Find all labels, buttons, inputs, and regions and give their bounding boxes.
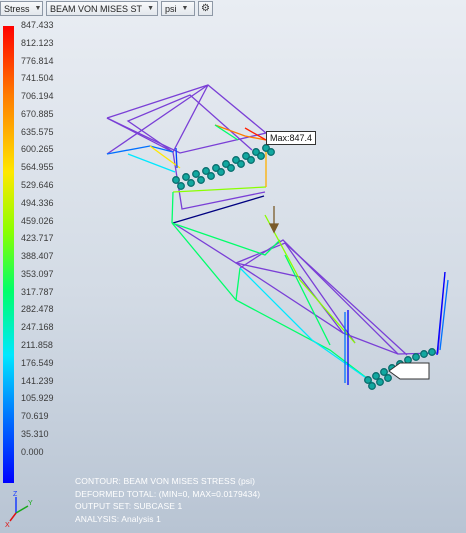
contour-info: CONTOUR: BEAM VON MISES STRESS (psi) xyxy=(75,476,256,486)
max-value-callout: Max:847.4 xyxy=(266,131,317,145)
model-view[interactable] xyxy=(0,0,466,533)
analysis-info: ANALYSIS: Analysis 1 xyxy=(75,514,161,525)
deformed-info: DEFORMED TOTAL: (MIN=0, MAX=0.0179434) xyxy=(75,488,261,499)
graphics-viewport[interactable]: Stress ▼ BEAM VON MISES STRESS ▼ psi ▼ ⚙… xyxy=(0,0,466,533)
triad-x-label: X xyxy=(5,522,10,529)
triad-y-label: Y xyxy=(28,500,33,507)
max-value-label: Max:847.4 xyxy=(270,133,313,143)
output-set-info: OUTPUT SET: SUBCASE 1 xyxy=(75,501,183,512)
undeformed-wireframe xyxy=(106,84,446,356)
result-info: CONTOUR: BEAM VON MISES STRESS (psi) DEF… xyxy=(75,475,260,526)
triad-z-label: Z xyxy=(13,491,18,498)
load-arrow-icon xyxy=(268,206,280,234)
axis-triad: Z Y X xyxy=(5,491,33,529)
probe-callout xyxy=(388,362,430,380)
